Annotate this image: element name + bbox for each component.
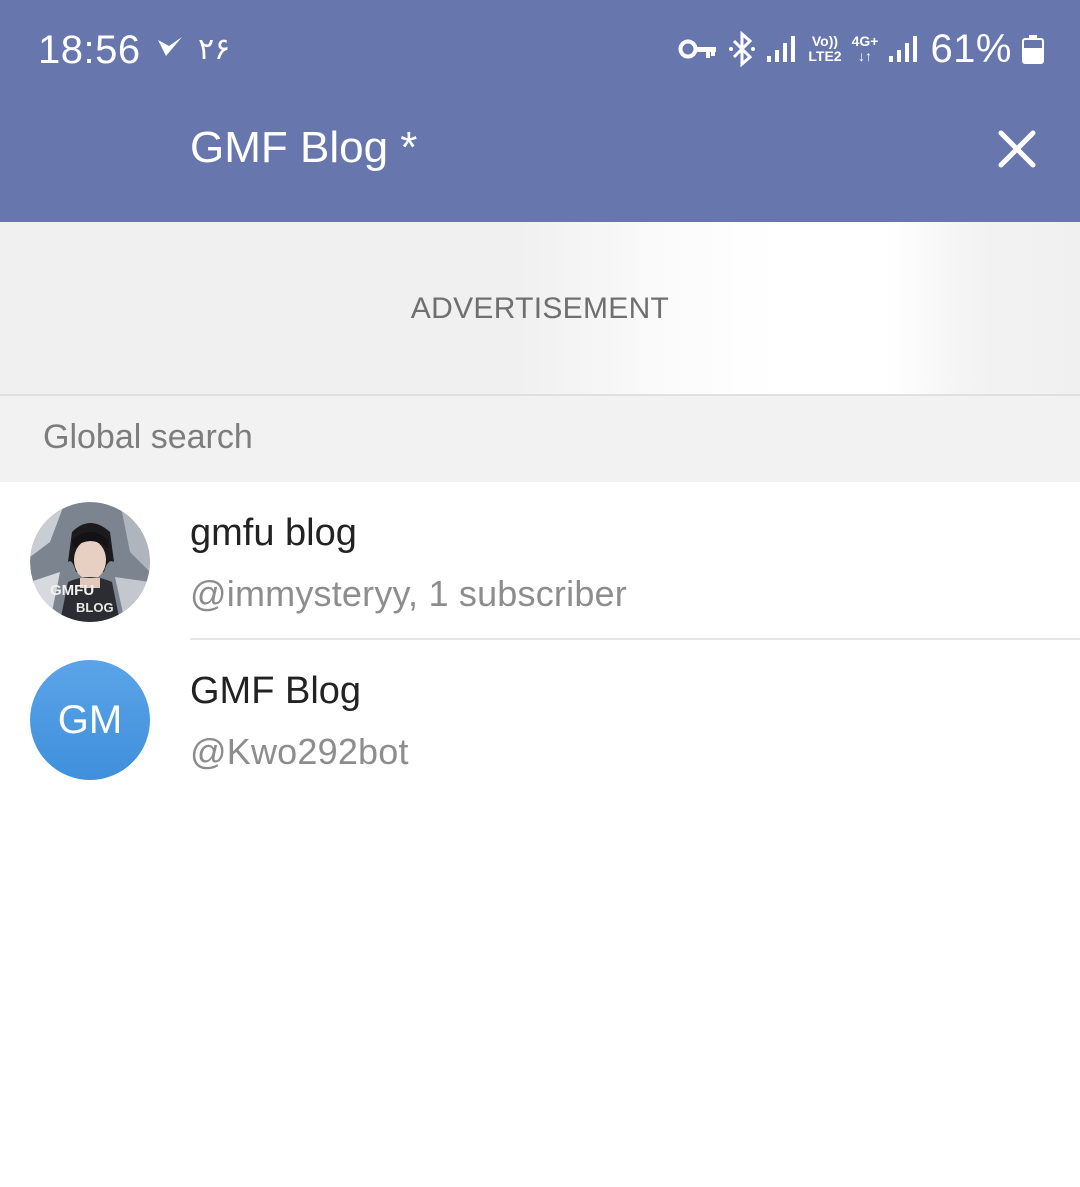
status-bar: 18:56 ۲۶ Vo)) LTE2 4G+ ↓↑ 61%	[0, 0, 1080, 100]
close-button[interactable]	[988, 120, 1046, 178]
result-subtitle: @Kwo292bot	[190, 731, 409, 772]
avatar-photo-text: GMFU	[50, 582, 94, 599]
bluetooth-icon	[728, 31, 756, 67]
channel-avatar-photo: GMFU BLOG	[30, 502, 150, 622]
status-time: 18:56	[38, 28, 141, 72]
battery-percent: 61%	[930, 27, 1012, 71]
result-title: GMF Blog	[190, 670, 362, 712]
svg-text:BLOG: BLOG	[76, 600, 114, 615]
section-title: Global search	[43, 418, 253, 456]
avatar-initials: GM	[30, 660, 150, 780]
data-arrows-icon: ↓↑	[858, 48, 872, 64]
close-icon	[998, 130, 1036, 168]
volte-label: Vo))	[811, 33, 839, 49]
result-title: gmfu blog	[190, 512, 357, 554]
global-search-header: Global search	[0, 396, 1080, 482]
battery-icon	[1022, 34, 1044, 64]
signal-icon-2	[888, 34, 920, 64]
chat-title: GMF Blog *	[190, 123, 418, 172]
lte-label: LTE2	[808, 48, 842, 64]
signal-icon	[766, 34, 798, 64]
search-result-item[interactable]: GM GMF Blog @Kwo292bot	[0, 640, 1080, 798]
volte-indicator: Vo)) LTE2	[808, 34, 841, 64]
app-header: 18:56 ۲۶ Vo)) LTE2 4G+ ↓↑ 61% GMF Blog *	[0, 0, 1080, 222]
checkmark-icon	[156, 34, 184, 62]
status-date: ۲۶	[198, 33, 231, 66]
avatar: GMFU BLOG	[30, 502, 150, 622]
search-result-item[interactable]: GMFU BLOG gmfu blog @immysteryy, 1 subsc…	[0, 482, 1080, 640]
result-subtitle: @immysteryy, 1 subscriber	[190, 573, 627, 614]
advertisement-banner[interactable]: ADVERTISEMENT	[0, 222, 1080, 396]
data-indicator: 4G+ ↓↑	[852, 34, 879, 64]
advertisement-label: ADVERTISEMENT	[410, 292, 670, 325]
status-icons: Vo)) LTE2 4G+ ↓↑ 61%	[678, 24, 1044, 74]
4g-label: 4G+	[851, 33, 879, 49]
vpn-key-icon	[678, 36, 718, 62]
